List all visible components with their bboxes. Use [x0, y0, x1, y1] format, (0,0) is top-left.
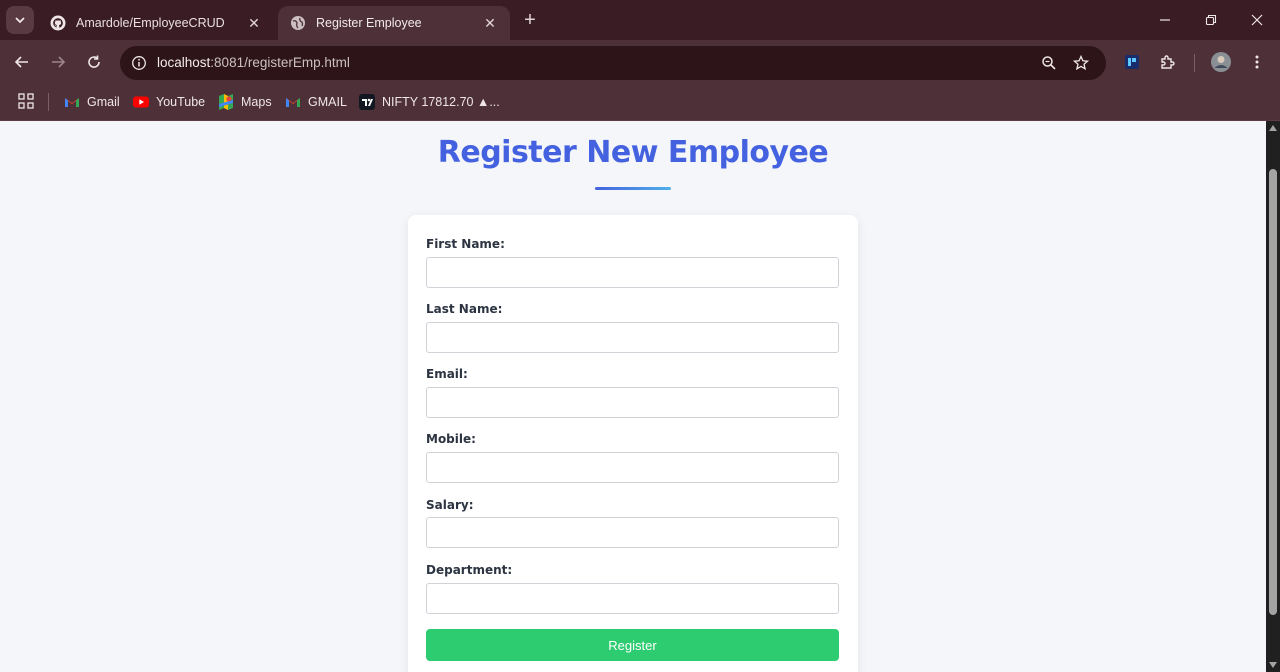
close-icon[interactable]: ✕: [482, 15, 498, 31]
url-text: localhost:8081/registerEmp.html: [157, 55, 350, 70]
bookmark-gmail-2[interactable]: GMAIL: [285, 92, 347, 112]
arrow-right-icon: [52, 56, 66, 68]
tab-strip: Amardole/EmployeeCRUD ✕ Register Employe…: [0, 0, 1280, 40]
forward-button[interactable]: [44, 48, 72, 76]
mobile-label: Mobile:: [426, 432, 476, 446]
salary-input[interactable]: [426, 517, 839, 548]
extension-logo-icon: [1125, 55, 1139, 69]
gmail-icon: [64, 94, 80, 110]
extension-button[interactable]: [1119, 49, 1145, 75]
github-icon: [50, 15, 66, 31]
scroll-down-icon[interactable]: [1269, 662, 1277, 668]
browser-toolbar: localhost:8081/registerEmp.html: [0, 40, 1280, 84]
bookmarks-divider: [48, 93, 49, 111]
mobile-input[interactable]: [426, 452, 839, 483]
zoom-icon[interactable]: [1038, 52, 1060, 74]
page-scrollbar[interactable]: [1266, 121, 1280, 672]
department-label: Department:: [426, 563, 513, 577]
star-icon[interactable]: [1070, 52, 1092, 74]
reload-icon: [88, 55, 100, 68]
close-window-button[interactable]: [1234, 0, 1280, 40]
bookmark-label: Gmail: [87, 95, 120, 109]
scroll-up-icon[interactable]: [1269, 125, 1277, 131]
register-form: First Name: Last Name: Email: Mobile: Sa…: [408, 215, 858, 672]
close-icon[interactable]: ✕: [246, 15, 262, 31]
tradingview-icon: [359, 94, 375, 110]
first-name-input[interactable]: [426, 257, 839, 288]
maps-icon: [218, 94, 234, 110]
salary-label: Salary:: [426, 498, 474, 512]
email-label: Email:: [426, 367, 468, 381]
reload-button[interactable]: [80, 48, 108, 76]
restore-icon: [1205, 14, 1217, 26]
minimize-button[interactable]: [1142, 0, 1188, 40]
youtube-icon: [133, 94, 149, 110]
globe-icon: [290, 15, 306, 31]
address-bar[interactable]: localhost:8081/registerEmp.html: [120, 46, 1106, 80]
url-host: localhost: [157, 55, 211, 70]
register-button[interactable]: Register: [426, 629, 839, 661]
last-name-label: Last Name:: [426, 302, 503, 316]
back-button[interactable]: [8, 48, 36, 76]
minimize-icon: [1160, 19, 1170, 21]
bookmark-label: Maps: [241, 95, 272, 109]
first-name-label: First Name:: [426, 237, 505, 251]
title-underline: [595, 187, 671, 190]
extensions-button[interactable]: [1155, 49, 1181, 75]
page-title: Register New Employee: [437, 135, 829, 170]
toolbar-divider: [1194, 54, 1195, 72]
bookmark-youtube[interactable]: YouTube: [133, 92, 205, 112]
bookmark-label: NIFTY 17812.70 ▲...: [382, 95, 500, 109]
new-tab-button[interactable]: +: [518, 8, 542, 32]
profile-avatar[interactable]: [1208, 49, 1234, 75]
site-info-icon[interactable]: [128, 52, 150, 74]
bookmark-label: GMAIL: [308, 95, 347, 109]
department-input[interactable]: [426, 583, 839, 614]
email-input[interactable]: [426, 387, 839, 418]
menu-button[interactable]: [1244, 49, 1270, 75]
gmail-icon: [285, 94, 301, 110]
bookmark-maps[interactable]: Maps: [218, 92, 272, 112]
last-name-input[interactable]: [426, 322, 839, 353]
more-vert-icon: [1255, 55, 1259, 69]
chevron-down-icon: [15, 17, 25, 24]
tab-register-employee[interactable]: Register Employee ✕: [278, 6, 510, 40]
avatar-icon: [1211, 52, 1231, 72]
scrollbar-thumb[interactable]: [1269, 169, 1277, 615]
restore-button[interactable]: [1188, 0, 1234, 40]
tab-title: Register Employee: [316, 16, 422, 30]
puzzle-icon: [1161, 55, 1175, 69]
bookmark-label: YouTube: [156, 95, 206, 109]
page-viewport: Register New Employee First Name: Last N…: [0, 121, 1266, 672]
bookmark-gmail[interactable]: Gmail: [64, 92, 120, 112]
tab-github[interactable]: Amardole/EmployeeCRUD ✕: [38, 6, 274, 40]
close-icon: [1251, 14, 1263, 26]
tab-title: Amardole/EmployeeCRUD: [76, 16, 225, 30]
bookmarks-bar: Gmail YouTube Maps GMAIL NIFTY 17812.70 …: [0, 84, 1280, 121]
bookmark-nifty[interactable]: NIFTY 17812.70 ▲...: [359, 92, 500, 112]
arrow-left-icon: [14, 56, 28, 68]
apps-grid-icon[interactable]: [18, 93, 34, 109]
tab-search-button[interactable]: [6, 6, 34, 34]
url-path: :8081/registerEmp.html: [210, 55, 350, 70]
